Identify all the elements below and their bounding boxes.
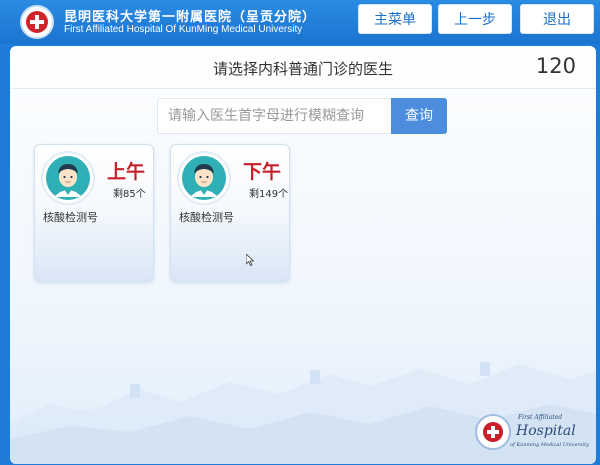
main-panel: 请选择内科普通门诊的医生 120 查询 上午 剩85个 核酸检测号 [10,46,596,464]
footer-logo-subtitle: of Kunming Medical University [510,442,589,448]
doctor-avatar-icon [41,151,95,205]
back-button[interactable]: 上一步 [438,4,512,34]
search-button[interactable]: 查询 [391,98,447,134]
footer-logo-title: Hospital [516,423,576,439]
hospital-name-en: First Affiliated Hospital Of KunMing Med… [64,24,303,35]
page-title: 请选择内科普通门诊的医生 [212,60,393,78]
countdown-timer: 120 [535,54,576,78]
main-menu-button[interactable]: 主菜单 [358,4,432,34]
hospital-logo-icon [20,5,54,39]
doctor-card[interactable]: 上午 剩85个 核酸检测号 [34,144,154,282]
doctor-search-input[interactable] [157,98,393,134]
remaining-count: 剩85个 [113,189,146,200]
doctor-avatar-icon [177,151,231,205]
footer-logo-small-text: First Affiliated [518,414,563,421]
title-divider [10,88,596,89]
doctor-name: 核酸检测号 [43,211,98,224]
exit-button[interactable]: 退出 [520,4,594,34]
doctor-card[interactable]: 下午 剩149个 核酸检测号 [170,144,290,282]
app-header: 昆明医科大学第一附属医院（呈贡分院） First Affiliated Hosp… [0,0,600,44]
hospital-name-cn: 昆明医科大学第一附属医院（呈贡分院） [64,10,317,25]
great-wall-background-decoration [10,362,596,464]
period-label: 上午 [107,161,146,183]
remaining-count: 剩149个 [249,189,289,200]
period-label: 下午 [243,161,282,183]
mouse-cursor-icon [246,254,254,266]
doctor-name: 核酸检测号 [179,211,234,224]
footer-hospital-logo-icon [475,414,511,450]
